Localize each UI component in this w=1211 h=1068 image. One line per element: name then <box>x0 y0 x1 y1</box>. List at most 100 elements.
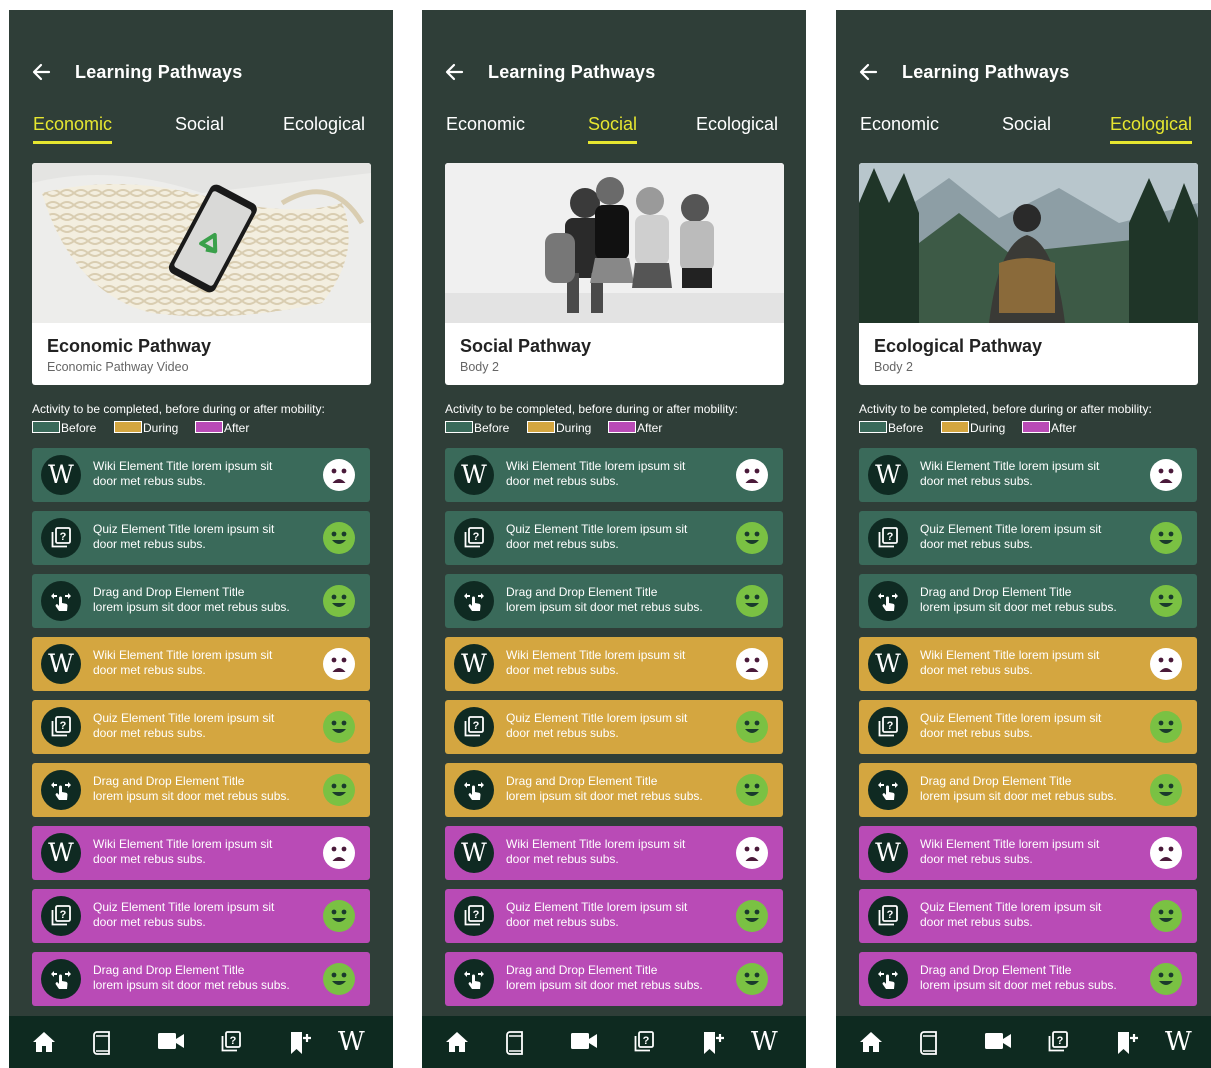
drag-drop-icon <box>454 959 494 999</box>
bookmark-add-icon[interactable] <box>1114 1030 1142 1056</box>
activity-row-drag[interactable]: Drag and Drop Element Title lorem ipsum s… <box>445 952 783 1006</box>
activity-title: Quiz Element Title lorem ipsum sit <box>920 711 1102 725</box>
quiz-icon[interactable]: ? <box>1046 1030 1074 1056</box>
activity-row-quiz[interactable]: ? Quiz Element Title lorem ipsum sit door … <box>445 700 783 754</box>
activity-row-quiz[interactable]: ? Quiz Element Title lorem ipsum sit door … <box>859 511 1197 565</box>
activity-row-wiki[interactable]: W Wiki Element Title lorem ipsum sit door … <box>32 448 370 502</box>
tab-ecological[interactable]: Ecological <box>696 114 778 141</box>
video-icon[interactable] <box>984 1030 1012 1056</box>
tab-social[interactable]: Social <box>175 114 224 141</box>
activity-row-drag[interactable]: Drag and Drop Element Title lorem ipsum s… <box>445 763 783 817</box>
tab-economic[interactable]: Economic <box>33 114 113 144</box>
wiki-icon[interactable]: W <box>1165 1029 1192 1055</box>
activity-title: Quiz Element Title lorem ipsum sit <box>93 900 275 914</box>
activity-text: Wiki Element Title lorem ipsum sit door m… <box>506 648 731 678</box>
activity-row-quiz[interactable]: ? Quiz Element Title lorem ipsum sit door … <box>445 889 783 943</box>
sad-face-icon <box>1149 458 1183 492</box>
activity-row-drag[interactable]: Drag and Drop Element Title lorem ipsum s… <box>32 574 370 628</box>
activity-row-drag[interactable]: Drag and Drop Element Title lorem ipsum s… <box>859 574 1197 628</box>
activity-row-drag[interactable]: Drag and Drop Element Title lorem ipsum s… <box>32 952 370 1006</box>
wiki-icon[interactable]: W <box>338 1029 365 1055</box>
book-icon[interactable] <box>504 1030 532 1056</box>
tab-economic[interactable]: Economic <box>446 114 525 141</box>
activity-title: Drag and Drop Element Title <box>920 585 1072 599</box>
activity-instructions: Activity to be completed, before during … <box>32 402 325 416</box>
svg-text:?: ? <box>60 909 67 921</box>
screen-social: Learning Pathways Economic Social Ecologica… <box>422 10 806 1068</box>
card-title: Social Pathway <box>460 336 592 356</box>
tab-social[interactable]: Social <box>1002 114 1051 141</box>
quiz-icon[interactable]: ? <box>632 1030 660 1056</box>
activity-desc: door met rebus subs. <box>93 537 206 551</box>
activity-row-quiz[interactable]: ? Quiz Element Title lorem ipsum sit door … <box>32 700 370 754</box>
activity-title: Wiki Element Title lorem ipsum sit <box>506 648 686 662</box>
bookmark-add-icon[interactable] <box>700 1030 728 1056</box>
activity-row-quiz[interactable]: ? Quiz Element Title lorem ipsum sit door … <box>32 511 370 565</box>
card-subtitle: Body 2 <box>874 360 913 374</box>
pathway-card[interactable]: Ecological Pathway Body 2 <box>859 163 1198 385</box>
quiz-icon[interactable]: ? <box>219 1030 247 1056</box>
quiz-icon: ? <box>868 896 908 936</box>
home-icon[interactable] <box>444 1030 472 1056</box>
activity-text: Wiki Element Title lorem ipsum sit door m… <box>920 648 1145 678</box>
book-icon[interactable] <box>91 1030 119 1056</box>
activity-row-wiki[interactable]: W Wiki Element Title lorem ipsum sit door … <box>445 448 783 502</box>
activity-text: Quiz Element Title lorem ipsum sit door m… <box>920 522 1145 552</box>
happy-face-icon <box>735 899 769 933</box>
activity-desc: door met rebus subs. <box>506 663 619 677</box>
activity-row-wiki[interactable]: W Wiki Element Title lorem ipsum sit door … <box>859 826 1197 880</box>
wiki-icon[interactable]: W <box>751 1029 778 1055</box>
tab-ecological[interactable]: Ecological <box>1110 114 1193 144</box>
happy-face-icon <box>322 899 356 933</box>
home-icon[interactable] <box>858 1030 886 1056</box>
back-arrow-icon[interactable] <box>443 61 465 83</box>
happy-face-icon <box>735 710 769 744</box>
activity-row-quiz[interactable]: ? Quiz Element Title lorem ipsum sit door … <box>445 511 783 565</box>
activity-title: Drag and Drop Element Title <box>506 774 658 788</box>
home-icon[interactable] <box>31 1030 59 1056</box>
tab-ecological[interactable]: Ecological <box>283 114 365 141</box>
wiki-icon: W <box>868 455 908 495</box>
legend-label: After <box>637 421 663 435</box>
activity-row-quiz[interactable]: ? Quiz Element Title lorem ipsum sit door … <box>859 889 1197 943</box>
back-arrow-icon[interactable] <box>857 61 879 83</box>
bottom-nav: ? W <box>836 1016 1211 1068</box>
book-icon[interactable] <box>918 1030 946 1056</box>
video-icon[interactable] <box>157 1030 185 1056</box>
activity-text: Wiki Element Title lorem ipsum sit door m… <box>506 837 731 867</box>
activity-row-drag[interactable]: Drag and Drop Element Title lorem ipsum s… <box>445 574 783 628</box>
activity-row-wiki[interactable]: W Wiki Element Title lorem ipsum sit door … <box>32 637 370 691</box>
activity-row-quiz[interactable]: ? Quiz Element Title lorem ipsum sit door … <box>32 889 370 943</box>
tab-social[interactable]: Social <box>588 114 638 144</box>
activity-desc: door met rebus subs. <box>93 852 206 866</box>
happy-face-icon <box>1149 584 1183 618</box>
activity-row-drag[interactable]: Drag and Drop Element Title lorem ipsum s… <box>859 763 1197 817</box>
happy-face-icon <box>735 773 769 807</box>
legend-swatch <box>859 421 887 433</box>
activity-row-wiki[interactable]: W Wiki Element Title lorem ipsum sit door … <box>445 826 783 880</box>
sad-face-icon <box>735 458 769 492</box>
activity-text: Quiz Element Title lorem ipsum sit door m… <box>506 900 731 930</box>
sad-face-icon <box>735 647 769 681</box>
activity-row-drag[interactable]: Drag and Drop Element Title lorem ipsum s… <box>32 763 370 817</box>
activity-row-wiki[interactable]: W Wiki Element Title lorem ipsum sit door … <box>445 637 783 691</box>
activity-desc: door met rebus subs. <box>920 537 1033 551</box>
tab-economic[interactable]: Economic <box>860 114 939 141</box>
activity-row-quiz[interactable]: ? Quiz Element Title lorem ipsum sit door … <box>859 700 1197 754</box>
video-icon[interactable] <box>570 1030 598 1056</box>
activity-row-wiki[interactable]: W Wiki Element Title lorem ipsum sit door … <box>32 826 370 880</box>
back-arrow-icon[interactable] <box>30 61 52 83</box>
activity-desc: lorem ipsum sit door met rebus subs. <box>920 978 1117 992</box>
activity-row-wiki[interactable]: W Wiki Element Title lorem ipsum sit door … <box>859 637 1197 691</box>
legend-label: Before <box>61 421 97 435</box>
activity-row-drag[interactable]: Drag and Drop Element Title lorem ipsum s… <box>859 952 1197 1006</box>
legend-item: During <box>941 421 1005 435</box>
quiz-icon: ? <box>41 518 81 558</box>
bookmark-add-icon[interactable] <box>287 1030 315 1056</box>
pathway-card[interactable]: Economic Pathway Economic Pathway Video <box>32 163 371 385</box>
pathway-card[interactable]: Social Pathway Body 2 <box>445 163 784 385</box>
svg-text:?: ? <box>1057 1035 1064 1047</box>
activity-desc: door met rebus subs. <box>506 726 619 740</box>
legend-swatch <box>114 421 142 433</box>
activity-row-wiki[interactable]: W Wiki Element Title lorem ipsum sit door … <box>859 448 1197 502</box>
